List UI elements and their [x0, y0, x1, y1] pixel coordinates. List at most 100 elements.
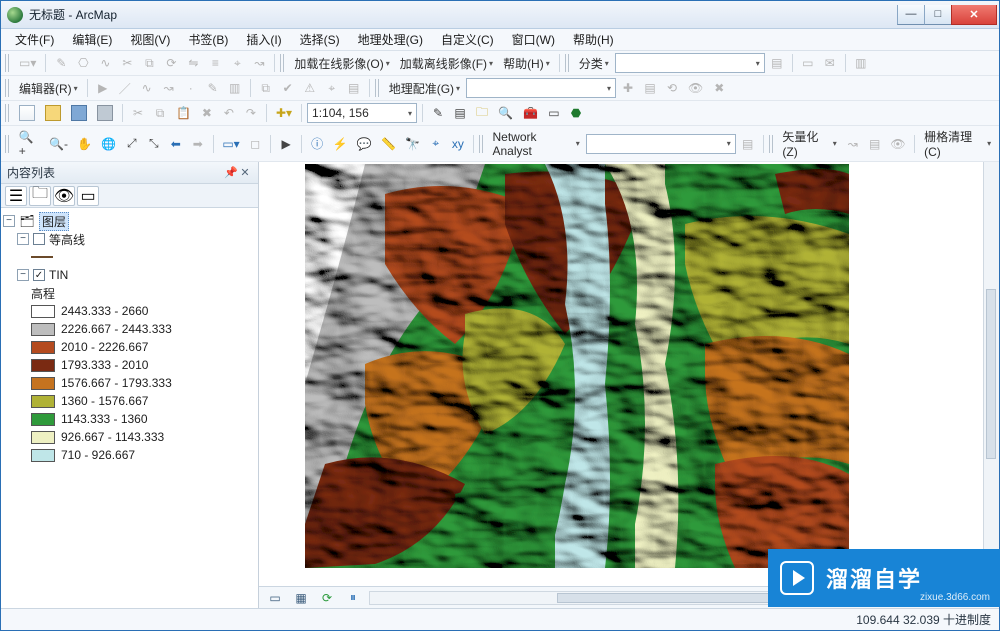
toc-tin-node[interactable]: − ✓ TIN — [3, 266, 256, 284]
toc-icon[interactable]: ▤ — [450, 103, 470, 123]
na-window-icon[interactable]: ▤ — [738, 134, 758, 154]
select-features-icon[interactable]: ▭▾ — [219, 134, 243, 154]
viewer-icon[interactable]: 👁 — [684, 78, 707, 98]
auto-adjust-icon[interactable]: ⟲ — [662, 78, 682, 98]
table-icon[interactable]: ▤ — [767, 53, 787, 73]
toc-tab-drawing-order[interactable]: ☰ — [5, 186, 27, 206]
vertical-scrollbar[interactable] — [983, 162, 999, 586]
new-doc-icon[interactable] — [15, 103, 39, 123]
find-icon[interactable]: 🔭 — [402, 134, 424, 154]
hyperlink-icon[interactable]: ⚡ — [329, 134, 351, 154]
trace-icon[interactable]: ↝ — [249, 53, 269, 73]
model-builder-icon[interactable]: ⬣ — [566, 103, 586, 123]
layer-icon[interactable]: ▭ — [798, 53, 818, 73]
checkbox-checked[interactable]: ✓ — [33, 269, 45, 281]
load-contour-imagery-dropdown[interactable]: 加载离线影像(F)▾ — [396, 55, 497, 72]
close-panel-icon[interactable]: ✕ — [238, 166, 252, 179]
pointer-icon[interactable]: ▶ — [93, 78, 113, 98]
legend-row[interactable]: 1576.667 - 1793.333 — [3, 374, 256, 392]
minimize-button[interactable]: — — [897, 5, 925, 25]
mirror-icon[interactable]: ⇋ — [183, 53, 203, 73]
toolbar-grip[interactable] — [769, 135, 774, 153]
target-icon[interactable]: ⌖ — [322, 78, 342, 98]
network-analyst-combo[interactable]: ▾ — [586, 134, 736, 154]
cut-icon[interactable]: ✂ — [128, 103, 148, 123]
add-control-point-icon[interactable]: ✚ — [618, 78, 638, 98]
clear-selection-icon[interactable]: ◻ — [245, 134, 265, 154]
error-icon[interactable]: ⚠ — [300, 78, 320, 98]
full-extent-icon[interactable]: 🌐 — [98, 134, 120, 154]
fixed-zoom-in-icon[interactable]: ⤢ — [122, 134, 142, 154]
legend-row[interactable]: 2010 - 2226.667 — [3, 338, 256, 356]
edit-vertex-icon[interactable]: ✎ — [51, 53, 71, 73]
toolbar-grip[interactable] — [375, 79, 380, 97]
topo-icon[interactable]: ⧉ — [256, 78, 276, 98]
legend-row[interactable]: 926.667 - 1143.333 — [3, 428, 256, 446]
toolbar-grip[interactable] — [479, 135, 484, 153]
toolbar-grip[interactable] — [5, 104, 10, 122]
delete-icon[interactable]: ✖ — [197, 103, 217, 123]
georef-dropdown[interactable]: 地理配准(G)▾ — [385, 80, 464, 97]
pan-icon[interactable]: ✋ — [73, 134, 95, 154]
python-icon[interactable]: ▭ — [544, 103, 564, 123]
zoom-out-icon[interactable]: 🔍- — [46, 134, 72, 154]
pause-drawing-icon[interactable]: ⏸ — [343, 589, 363, 607]
load-online-imagery-dropdown[interactable]: 加载在线影像(O)▾ — [290, 55, 393, 72]
toolbar-grip[interactable] — [565, 54, 570, 72]
editor-dropdown[interactable]: 编辑器(R)▾ — [15, 80, 82, 97]
toc-root-label[interactable]: 图层 — [39, 212, 69, 231]
fixed-zoom-out-icon[interactable]: ⤡ — [144, 134, 164, 154]
toolbar-grip[interactable] — [5, 135, 10, 153]
rotate-icon[interactable]: ⟳ — [161, 53, 181, 73]
table-icon[interactable]: ▤ — [344, 78, 364, 98]
toolbar-grip[interactable] — [5, 79, 10, 97]
merge-icon[interactable]: ⧉ — [139, 53, 159, 73]
edit-tool-icon[interactable]: ✎ — [203, 78, 223, 98]
toc-root-node[interactable]: − 🗂 图层 — [3, 212, 256, 230]
print-icon[interactable] — [93, 103, 117, 123]
menu-edit[interactable]: 编辑(E) — [64, 29, 120, 50]
collapse-icon[interactable]: − — [17, 233, 29, 245]
legend-row[interactable]: 1360 - 1576.667 — [3, 392, 256, 410]
trace-tool-icon[interactable]: ↝ — [159, 78, 179, 98]
split-icon[interactable]: ✂ — [117, 53, 137, 73]
reshape-icon[interactable]: ∿ — [95, 53, 115, 73]
redo-icon[interactable]: ↷ — [241, 103, 261, 123]
align-icon[interactable]: ≡ — [205, 53, 225, 73]
menu-select[interactable]: 选择(S) — [292, 29, 348, 50]
grid-clean-dropdown[interactable]: 栅格清理(C)▾ — [920, 128, 995, 159]
undo-icon[interactable]: ↶ — [219, 103, 239, 123]
menu-bookmark[interactable]: 书签(B) — [180, 29, 236, 50]
scale-combo[interactable]: 1:104, 156▾ — [307, 103, 417, 123]
identify-icon[interactable]: ⓘ — [307, 134, 327, 154]
map-canvas[interactable] — [305, 164, 849, 568]
contour-symbol[interactable] — [3, 248, 256, 266]
legend-row[interactable]: 710 - 926.667 — [3, 446, 256, 464]
menu-view[interactable]: 视图(V) — [122, 29, 178, 50]
georef-layer-combo[interactable]: ▾ — [466, 78, 616, 98]
legend-row[interactable]: 1143.333 - 1360 — [3, 410, 256, 428]
layout-view-tab[interactable]: ▦ — [291, 589, 311, 607]
next-extent-icon[interactable]: ➡ — [188, 134, 208, 154]
legend-row[interactable]: 2443.333 - 2660 — [3, 302, 256, 320]
help-dropdown[interactable]: 帮助(H)▾ — [499, 55, 554, 72]
zoom-in-icon[interactable]: 🔍+ — [15, 134, 44, 154]
measure-icon[interactable]: 📏 — [377, 134, 399, 154]
toc-contour-node[interactable]: − 等高线 — [3, 230, 256, 248]
mail-icon[interactable]: ✉ — [820, 53, 840, 73]
classify-dropdown[interactable]: 分类▾ — [575, 55, 613, 72]
snap-icon[interactable]: ⌖ — [227, 53, 247, 73]
legend-row[interactable]: 2226.667 - 2443.333 — [3, 320, 256, 338]
cut-polygon-icon[interactable]: ⎔ — [73, 53, 93, 73]
sketch-line-icon[interactable]: ／ — [115, 78, 135, 98]
validate-icon[interactable]: ✔ — [278, 78, 298, 98]
open-icon[interactable] — [41, 103, 65, 123]
arctoolbox-icon[interactable]: 🧰 — [519, 103, 542, 123]
checkbox-unchecked[interactable] — [33, 233, 45, 245]
copy-icon[interactable]: ⧉ — [150, 103, 170, 123]
close-button[interactable]: ✕ — [951, 5, 997, 25]
search-window-icon[interactable]: 🔍 — [494, 103, 517, 123]
maximize-button[interactable]: □ — [924, 5, 952, 25]
menu-geoproc[interactable]: 地理处理(G) — [350, 29, 431, 50]
pin-icon[interactable]: 📌 — [224, 166, 238, 179]
